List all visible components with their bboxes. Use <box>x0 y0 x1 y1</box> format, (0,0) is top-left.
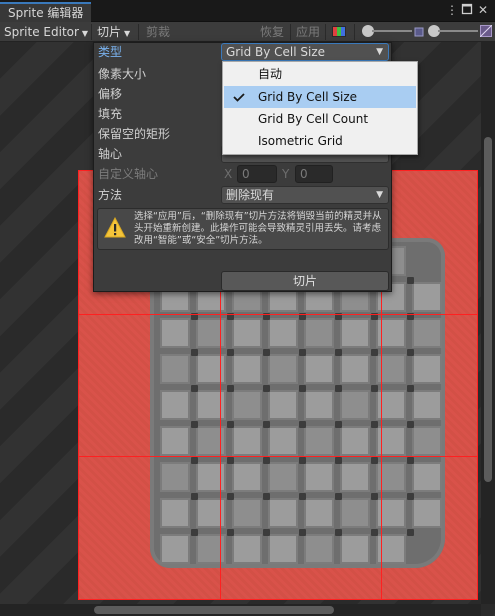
close-icon[interactable]: ✕ <box>476 3 490 17</box>
warning-triangle-icon <box>104 216 126 239</box>
slice-grid-line <box>78 314 478 315</box>
pivot-x-field[interactable]: 0 <box>237 165 277 183</box>
type-dropdown-value: Grid By Cell Size <box>226 45 326 59</box>
menu-item-isometric-grid[interactable]: Isometric Grid <box>224 130 416 152</box>
maximize-icon[interactable] <box>460 3 474 17</box>
method-dropdown-value: 删除现有 <box>226 188 275 202</box>
method-help-text: 选择“应用”后，“删除现有”切片方法将销毁当前的精灵并从头开始重新创建。此操作可… <box>134 211 382 246</box>
zoom-slider-track[interactable] <box>372 30 412 32</box>
slice-menu-button[interactable]: 切片 ▼ <box>93 23 134 41</box>
method-dropdown[interactable]: 删除现有 ▼ <box>221 186 389 204</box>
method-label: 方法 <box>98 188 123 202</box>
type-dropdown-menu: 自动 Grid By Cell Size Grid By Cell Count … <box>222 61 418 155</box>
vertical-scroll-thumb[interactable] <box>484 137 492 482</box>
chevron-down-icon: ▼ <box>376 190 383 200</box>
sprite-editor-toolbar: Sprite Editor ▼ 切片 ▼ 剪裁 恢复 应用 <box>0 22 495 42</box>
slice-menu-label: 切片 <box>97 25 122 39</box>
method-help-box: 选择“应用”后，“删除现有”切片方法将销毁当前的精灵并从头开始重新创建。此操作可… <box>97 208 389 250</box>
pivot-y-field[interactable]: 0 <box>295 165 333 183</box>
chevron-down-icon: ▼ <box>124 29 131 38</box>
mip-slider-track[interactable] <box>438 30 478 32</box>
menu-item-grid-by-cell-count[interactable]: Grid By Cell Count <box>224 108 416 130</box>
horizontal-scrollbar[interactable] <box>0 604 481 616</box>
toolbar-divider <box>354 24 355 40</box>
menu-item-automatic[interactable]: 自动 <box>224 63 416 85</box>
rgb-channels-icon[interactable] <box>332 26 346 37</box>
pixel-size-label: 像素大小 <box>98 67 147 81</box>
pivot-label: 轴心 <box>98 147 123 161</box>
menu-item-label: Isometric Grid <box>258 134 343 148</box>
type-dropdown[interactable]: Grid By Cell Size ▼ <box>221 43 389 61</box>
menu-item-grid-by-cell-size[interactable]: Grid By Cell Size <box>224 86 416 108</box>
menu-item-label: Grid By Cell Count <box>258 112 369 126</box>
padding-label: 填充 <box>98 107 123 121</box>
horizontal-scroll-thumb[interactable] <box>94 606 334 614</box>
trim-button[interactable]: 剪裁 <box>142 23 174 41</box>
pivot-x-label: X <box>224 167 233 181</box>
custom-pivot-label: 自定义轴心 <box>98 167 159 181</box>
mode-dropdown[interactable]: Sprite Editor ▼ <box>0 23 92 41</box>
kebab-menu-icon[interactable]: ⋮ <box>445 3 459 17</box>
chevron-down-icon: ▼ <box>81 29 89 38</box>
mip-level-icon <box>479 24 493 38</box>
toolbar-divider <box>91 24 92 40</box>
menu-item-label: Grid By Cell Size <box>258 90 358 104</box>
menu-item-label: 自动 <box>258 67 283 81</box>
toolbar-divider <box>325 24 326 40</box>
offset-label: 偏移 <box>98 87 123 101</box>
mode-dropdown-label: Sprite Editor <box>4 25 79 39</box>
type-label: 类型 <box>98 45 123 59</box>
window-tab-bar: Sprite 编辑器 ⋮ ✕ <box>0 0 495 22</box>
pivot-y-label: Y <box>282 167 290 181</box>
window-tab[interactable]: Sprite 编辑器 <box>0 2 92 22</box>
checkmark-icon <box>232 86 246 108</box>
chevron-down-icon: ▼ <box>376 47 383 57</box>
apply-button[interactable]: 应用 <box>292 23 324 41</box>
zoom-small-dot-icon <box>414 26 424 37</box>
vertical-scrollbar[interactable] <box>481 42 495 604</box>
slice-grid-line <box>78 456 478 457</box>
toolbar-divider <box>290 24 291 40</box>
toolbar-divider <box>138 24 139 40</box>
slice-button[interactable]: 切片 <box>221 271 389 291</box>
keep-empty-rects-label: 保留空的矩形 <box>98 127 171 141</box>
revert-button[interactable]: 恢复 <box>256 23 288 41</box>
